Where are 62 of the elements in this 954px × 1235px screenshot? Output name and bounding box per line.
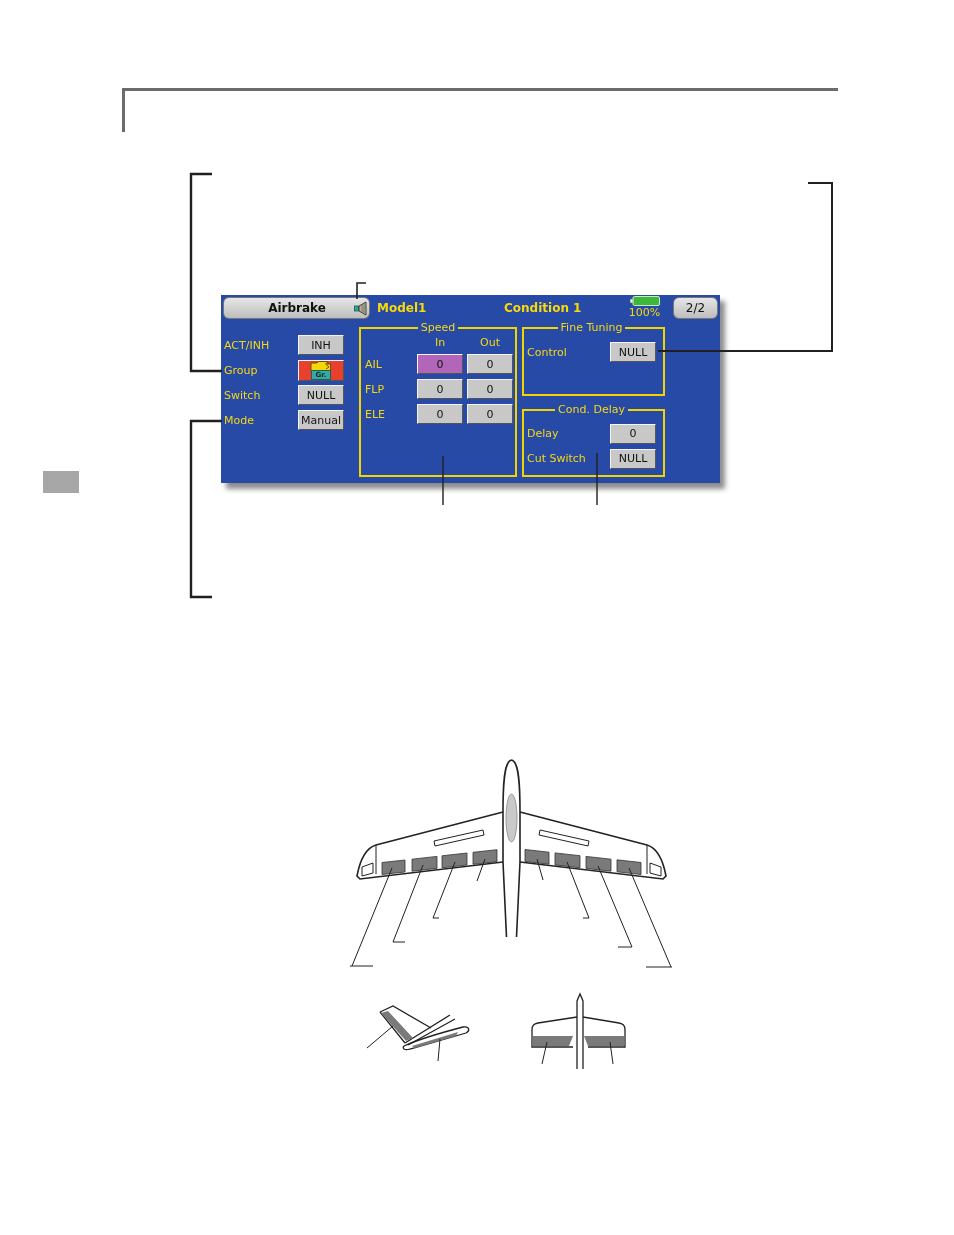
leader-line [541, 1041, 548, 1065]
setting-label: Switch [224, 388, 262, 402]
control-surface [524, 849, 550, 865]
elevator-surface [412, 1032, 458, 1048]
leader-line [596, 452, 598, 506]
speaker-icon [354, 300, 368, 316]
control-surface [411, 856, 438, 872]
elevator-surface [584, 1036, 624, 1046]
control-surface [616, 859, 642, 875]
setting-value-button[interactable]: NULL [610, 342, 656, 362]
elevator-surface [533, 1036, 573, 1046]
speed-value-cell[interactable]: 0 [417, 354, 463, 374]
leader-line [476, 858, 486, 882]
control-surface [585, 856, 612, 872]
spoiler-surface [433, 829, 485, 847]
leader-line [437, 1038, 441, 1062]
control-surface [381, 859, 406, 875]
cockpit-canopy [505, 793, 518, 843]
rudder-surface [381, 1011, 413, 1041]
setting-label: Delay [527, 427, 559, 440]
setting-label: Mode [224, 413, 255, 427]
control-surface [554, 852, 581, 869]
setting-label: Group [224, 363, 259, 377]
folder-icon [310, 360, 332, 371]
speed-value-cell[interactable]: 0 [417, 379, 463, 399]
speed-value-cell[interactable]: 0 [467, 354, 513, 374]
leader-line [442, 455, 444, 506]
control-surface [441, 852, 468, 869]
leader-line [536, 858, 544, 881]
setting-label: Cut Switch [527, 452, 586, 465]
column-heading: In [433, 336, 447, 349]
battery-icon [629, 296, 660, 306]
page-button[interactable]: 2/2 [673, 297, 718, 319]
control-surface [472, 849, 498, 865]
panel-title: Speed [419, 321, 457, 335]
condition-name: Condition 1 [504, 301, 583, 315]
column-heading: Out [479, 336, 501, 349]
panel-title: Fine Tuning [559, 321, 624, 335]
setting-value-button[interactable]: INH [298, 335, 344, 355]
side-tab-marker [43, 471, 79, 493]
leader-line [432, 861, 456, 919]
row-label: FLP [365, 382, 386, 396]
speed-value-cell[interactable]: 0 [417, 404, 463, 424]
setting-value-button[interactable]: 0 [610, 423, 656, 444]
speed-value-cell[interactable]: 0 [467, 379, 513, 399]
leader-line [366, 1025, 394, 1049]
panel-title: Cond. Delay [557, 402, 626, 417]
screen-title-button[interactable]: Airbrake [223, 297, 370, 319]
leader-line [566, 861, 590, 919]
battery-percentage: 100% [628, 306, 661, 320]
setting-value-button[interactable]: NULL [298, 385, 344, 405]
setting-value-button[interactable]: NULL [610, 448, 656, 469]
leader-line [356, 282, 367, 300]
speed-value-cell[interactable]: 0 [467, 404, 513, 424]
row-label: ELE [365, 407, 387, 421]
setting-value-button[interactable]: Manual [298, 410, 344, 430]
row-label: AIL [365, 357, 383, 371]
model-name: Model1 [377, 301, 428, 315]
setting-label: ACT/INH [224, 338, 271, 352]
spoiler-surface [538, 829, 590, 847]
leader-line [609, 1041, 614, 1065]
setting-label: Control [527, 345, 567, 359]
